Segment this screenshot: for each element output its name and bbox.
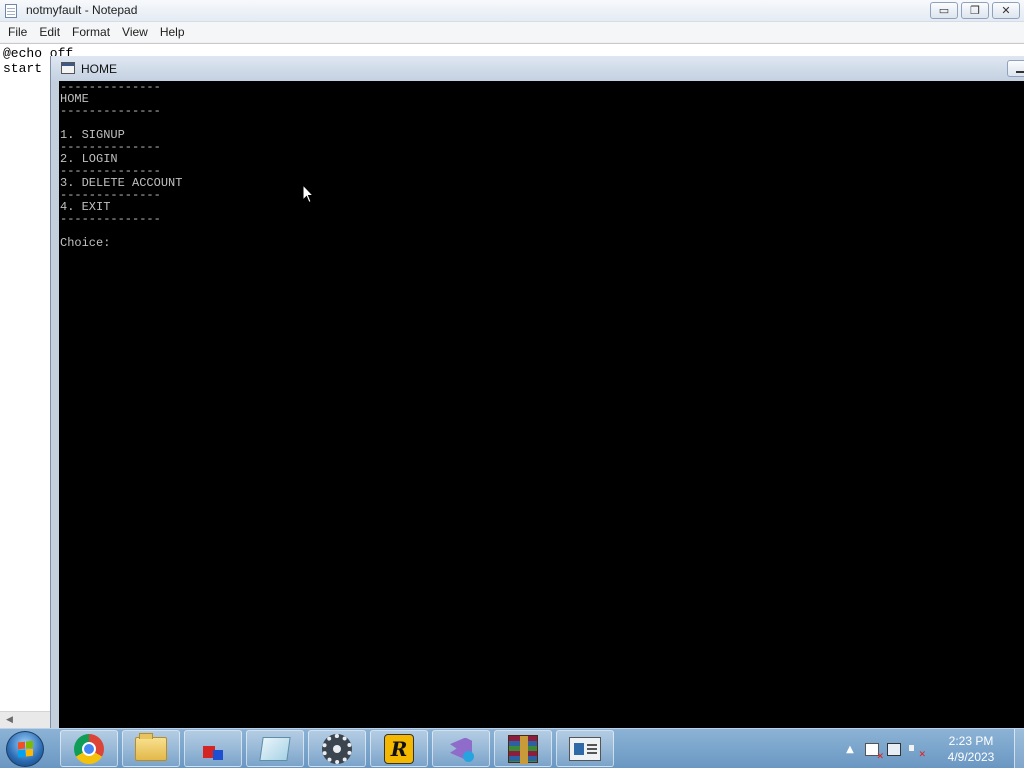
horizontal-scrollbar[interactable]: ◀ (0, 711, 50, 728)
console-line: -------------- (60, 212, 161, 226)
file-explorer-icon (135, 732, 167, 761)
taskbar-explorer-button[interactable] (122, 730, 180, 767)
taskbar-rockstar-button[interactable]: R (370, 730, 428, 767)
close-button[interactable]: ✕ (992, 2, 1020, 19)
taskbar-notepad-button[interactable] (246, 730, 304, 767)
notepad-app-icon (5, 4, 17, 18)
chrome-icon (74, 733, 104, 764)
taskbar-winrar-button[interactable] (494, 730, 552, 767)
console-titlebar[interactable]: HOME (51, 56, 1024, 81)
visual-studio-installer-icon (446, 734, 476, 764)
mouse-pointer-icon (302, 184, 314, 204)
taskbar-clock[interactable]: 2:23 PM 4/9/2023 (936, 733, 1006, 765)
restore-button[interactable]: ❐ (961, 2, 989, 19)
rockstar-launcher-icon: R (384, 733, 414, 764)
taskbar-window-app-button[interactable] (556, 730, 614, 767)
console-line: -------------- (60, 104, 161, 118)
scroll-left-icon[interactable]: ◀ (6, 714, 13, 725)
settings-gear-icon (322, 733, 352, 764)
action-center-icon[interactable] (864, 741, 880, 757)
clock-time: 2:23 PM (948, 734, 994, 748)
console-window[interactable]: HOME -------------- HOME -------------- … (50, 56, 1024, 728)
show-hidden-icons-icon[interactable]: ▲ (842, 741, 858, 757)
taskbar-chrome-button[interactable] (60, 730, 118, 767)
notepad-line: start (3, 61, 43, 76)
show-desktop-button[interactable] (1014, 729, 1024, 768)
menu-file[interactable]: File (2, 25, 33, 39)
system-tray: ▲ (842, 729, 924, 768)
console-minimize-button[interactable] (1007, 60, 1024, 77)
notepad-icon (259, 736, 291, 761)
network-icon[interactable] (886, 741, 902, 757)
console-text: -------------- HOME -------------- 1. SI… (60, 81, 182, 249)
menu-view[interactable]: View (116, 25, 154, 39)
3d-cube-app-icon (198, 734, 228, 764)
taskbar-3d-app-button[interactable] (184, 730, 242, 767)
notepad-menubar: File Edit Format View Help (0, 22, 1024, 42)
taskbar: R ▲ 2:23 PM 4/9/2023 (0, 728, 1024, 768)
menu-help[interactable]: Help (154, 25, 191, 39)
menu-format[interactable]: Format (66, 25, 116, 39)
notepad-title: notmyfault - Notepad (26, 3, 138, 17)
console-prompt[interactable]: Choice: (60, 236, 118, 250)
console-output[interactable]: -------------- HOME -------------- 1. SI… (59, 81, 1024, 728)
console-app-icon (61, 62, 75, 74)
start-button[interactable] (6, 731, 44, 767)
volume-muted-icon[interactable] (908, 741, 924, 757)
taskbar-settings-button[interactable] (308, 730, 366, 767)
console-title: HOME (81, 62, 117, 76)
window-app-icon (569, 736, 601, 761)
menu-edit[interactable]: Edit (33, 25, 66, 39)
taskbar-visual-studio-button[interactable] (432, 730, 490, 767)
notepad-titlebar[interactable]: notmyfault - Notepad ▭ ❐ ✕ (0, 0, 1024, 22)
clock-date: 4/9/2023 (947, 750, 995, 764)
winrar-icon (508, 734, 538, 764)
minimize-button[interactable]: ▭ (930, 2, 958, 19)
